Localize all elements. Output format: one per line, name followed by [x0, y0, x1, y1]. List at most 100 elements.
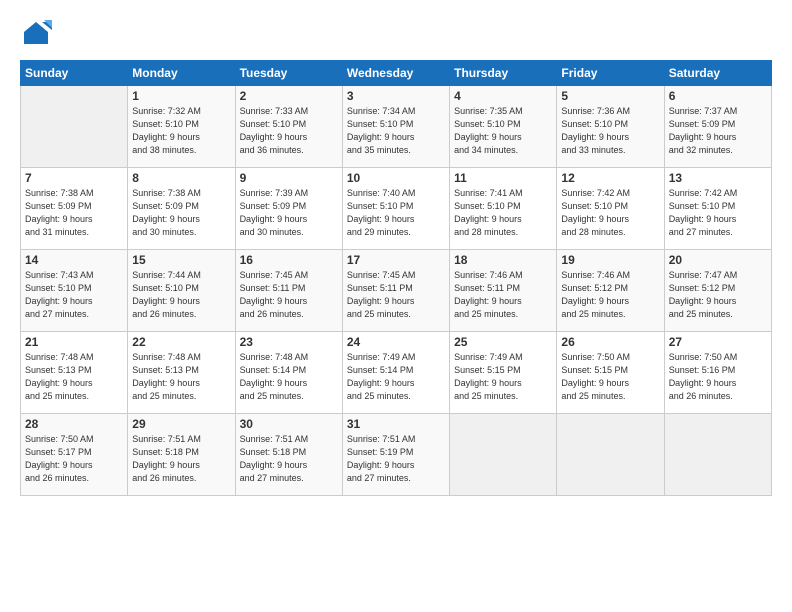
day-number: 8 — [132, 171, 230, 185]
day-info: Sunrise: 7:48 AM Sunset: 5:14 PM Dayligh… — [240, 351, 338, 403]
calendar-cell: 14 Sunrise: 7:43 AM Sunset: 5:10 PM Dayli… — [21, 250, 128, 332]
day-number: 18 — [454, 253, 552, 267]
day-number: 20 — [669, 253, 767, 267]
day-info: Sunrise: 7:40 AM Sunset: 5:10 PM Dayligh… — [347, 187, 445, 239]
day-info: Sunrise: 7:36 AM Sunset: 5:10 PM Dayligh… — [561, 105, 659, 157]
calendar-cell: 23 Sunrise: 7:48 AM Sunset: 5:14 PM Dayli… — [235, 332, 342, 414]
calendar-week-row: 7 Sunrise: 7:38 AM Sunset: 5:09 PM Daylig… — [21, 168, 772, 250]
header-day: Sunday — [21, 61, 128, 86]
day-info: Sunrise: 7:34 AM Sunset: 5:10 PM Dayligh… — [347, 105, 445, 157]
day-number: 3 — [347, 89, 445, 103]
day-info: Sunrise: 7:39 AM Sunset: 5:09 PM Dayligh… — [240, 187, 338, 239]
calendar-week-row: 28 Sunrise: 7:50 AM Sunset: 5:17 PM Dayli… — [21, 414, 772, 496]
calendar-cell: 20Sunrise: 7:47 AM Sunset: 5:12 PM Dayli… — [664, 250, 771, 332]
day-number: 29 — [132, 417, 230, 431]
calendar-cell: 4 Sunrise: 7:35 AM Sunset: 5:10 PM Daylig… — [450, 86, 557, 168]
logo — [20, 18, 56, 50]
day-info: Sunrise: 7:51 AM Sunset: 5:18 PM Dayligh… — [240, 433, 338, 485]
day-info: Sunrise: 7:42 AM Sunset: 5:10 PM Dayligh… — [669, 187, 767, 239]
day-number: 30 — [240, 417, 338, 431]
day-info: Sunrise: 7:45 AM Sunset: 5:11 PM Dayligh… — [240, 269, 338, 321]
calendar-cell: 8 Sunrise: 7:38 AM Sunset: 5:09 PM Daylig… — [128, 168, 235, 250]
day-info: Sunrise: 7:46 AM Sunset: 5:12 PM Dayligh… — [561, 269, 659, 321]
day-number: 6 — [669, 89, 767, 103]
calendar-cell: 7 Sunrise: 7:38 AM Sunset: 5:09 PM Daylig… — [21, 168, 128, 250]
day-info: Sunrise: 7:51 AM Sunset: 5:19 PM Dayligh… — [347, 433, 445, 485]
day-number: 10 — [347, 171, 445, 185]
calendar-cell: 21 Sunrise: 7:48 AM Sunset: 5:13 PM Dayli… — [21, 332, 128, 414]
calendar-cell: 12Sunrise: 7:42 AM Sunset: 5:10 PM Dayli… — [557, 168, 664, 250]
header-day: Tuesday — [235, 61, 342, 86]
day-info: Sunrise: 7:38 AM Sunset: 5:09 PM Dayligh… — [25, 187, 123, 239]
calendar-cell: 24 Sunrise: 7:49 AM Sunset: 5:14 PM Dayli… — [342, 332, 449, 414]
header-day: Wednesday — [342, 61, 449, 86]
calendar-cell: 11Sunrise: 7:41 AM Sunset: 5:10 PM Dayli… — [450, 168, 557, 250]
header-day: Saturday — [664, 61, 771, 86]
day-info: Sunrise: 7:45 AM Sunset: 5:11 PM Dayligh… — [347, 269, 445, 321]
day-number: 22 — [132, 335, 230, 349]
calendar-cell: 6 Sunrise: 7:37 AM Sunset: 5:09 PM Daylig… — [664, 86, 771, 168]
calendar-cell — [450, 414, 557, 496]
calendar-cell: 18 Sunrise: 7:46 AM Sunset: 5:11 PM Dayli… — [450, 250, 557, 332]
day-info: Sunrise: 7:33 AM Sunset: 5:10 PM Dayligh… — [240, 105, 338, 157]
calendar-cell: 22 Sunrise: 7:48 AM Sunset: 5:13 PM Dayli… — [128, 332, 235, 414]
logo-icon — [20, 18, 52, 50]
calendar-cell: 30 Sunrise: 7:51 AM Sunset: 5:18 PM Dayli… — [235, 414, 342, 496]
calendar-cell: 28 Sunrise: 7:50 AM Sunset: 5:17 PM Dayli… — [21, 414, 128, 496]
day-info: Sunrise: 7:42 AM Sunset: 5:10 PM Dayligh… — [561, 187, 659, 239]
calendar-cell: 5 Sunrise: 7:36 AM Sunset: 5:10 PM Daylig… — [557, 86, 664, 168]
calendar-cell: 10 Sunrise: 7:40 AM Sunset: 5:10 PM Dayli… — [342, 168, 449, 250]
day-number: 28 — [25, 417, 123, 431]
day-info: Sunrise: 7:44 AM Sunset: 5:10 PM Dayligh… — [132, 269, 230, 321]
day-number: 17 — [347, 253, 445, 267]
calendar-cell: 3 Sunrise: 7:34 AM Sunset: 5:10 PM Daylig… — [342, 86, 449, 168]
day-info: Sunrise: 7:43 AM Sunset: 5:10 PM Dayligh… — [25, 269, 123, 321]
calendar-cell: 2 Sunrise: 7:33 AM Sunset: 5:10 PM Daylig… — [235, 86, 342, 168]
day-number: 2 — [240, 89, 338, 103]
day-number: 14 — [25, 253, 123, 267]
header-day: Monday — [128, 61, 235, 86]
day-number: 5 — [561, 89, 659, 103]
header — [20, 18, 772, 50]
day-info: Sunrise: 7:46 AM Sunset: 5:11 PM Dayligh… — [454, 269, 552, 321]
day-number: 9 — [240, 171, 338, 185]
calendar-cell: 17 Sunrise: 7:45 AM Sunset: 5:11 PM Dayli… — [342, 250, 449, 332]
day-number: 16 — [240, 253, 338, 267]
day-info: Sunrise: 7:37 AM Sunset: 5:09 PM Dayligh… — [669, 105, 767, 157]
day-number: 4 — [454, 89, 552, 103]
day-number: 24 — [347, 335, 445, 349]
day-info: Sunrise: 7:50 AM Sunset: 5:17 PM Dayligh… — [25, 433, 123, 485]
calendar-week-row: 14 Sunrise: 7:43 AM Sunset: 5:10 PM Dayli… — [21, 250, 772, 332]
day-number: 31 — [347, 417, 445, 431]
day-info: Sunrise: 7:41 AM Sunset: 5:10 PM Dayligh… — [454, 187, 552, 239]
day-info: Sunrise: 7:48 AM Sunset: 5:13 PM Dayligh… — [25, 351, 123, 403]
day-number: 15 — [132, 253, 230, 267]
calendar-cell: 15 Sunrise: 7:44 AM Sunset: 5:10 PM Dayli… — [128, 250, 235, 332]
day-info: Sunrise: 7:48 AM Sunset: 5:13 PM Dayligh… — [132, 351, 230, 403]
day-number: 7 — [25, 171, 123, 185]
page: SundayMondayTuesdayWednesdayThursdayFrid… — [0, 0, 792, 612]
day-number: 23 — [240, 335, 338, 349]
calendar-cell: 19 Sunrise: 7:46 AM Sunset: 5:12 PM Dayli… — [557, 250, 664, 332]
day-info: Sunrise: 7:49 AM Sunset: 5:15 PM Dayligh… — [454, 351, 552, 403]
calendar-cell: 9 Sunrise: 7:39 AM Sunset: 5:09 PM Daylig… — [235, 168, 342, 250]
day-info: Sunrise: 7:35 AM Sunset: 5:10 PM Dayligh… — [454, 105, 552, 157]
day-info: Sunrise: 7:38 AM Sunset: 5:09 PM Dayligh… — [132, 187, 230, 239]
calendar-cell: 26Sunrise: 7:50 AM Sunset: 5:15 PM Dayli… — [557, 332, 664, 414]
calendar-week-row: 1Sunrise: 7:32 AM Sunset: 5:10 PM Daylig… — [21, 86, 772, 168]
day-number: 13 — [669, 171, 767, 185]
calendar-cell — [21, 86, 128, 168]
day-number: 26 — [561, 335, 659, 349]
calendar-cell: 13 Sunrise: 7:42 AM Sunset: 5:10 PM Dayli… — [664, 168, 771, 250]
day-number: 21 — [25, 335, 123, 349]
day-number: 27 — [669, 335, 767, 349]
calendar-table: SundayMondayTuesdayWednesdayThursdayFrid… — [20, 60, 772, 496]
day-info: Sunrise: 7:49 AM Sunset: 5:14 PM Dayligh… — [347, 351, 445, 403]
day-number: 25 — [454, 335, 552, 349]
calendar-cell: 16 Sunrise: 7:45 AM Sunset: 5:11 PM Dayli… — [235, 250, 342, 332]
day-number: 19 — [561, 253, 659, 267]
day-info: Sunrise: 7:50 AM Sunset: 5:16 PM Dayligh… — [669, 351, 767, 403]
header-row: SundayMondayTuesdayWednesdayThursdayFrid… — [21, 61, 772, 86]
calendar-cell: 27 Sunrise: 7:50 AM Sunset: 5:16 PM Dayli… — [664, 332, 771, 414]
day-info: Sunrise: 7:32 AM Sunset: 5:10 PM Dayligh… — [132, 105, 230, 157]
